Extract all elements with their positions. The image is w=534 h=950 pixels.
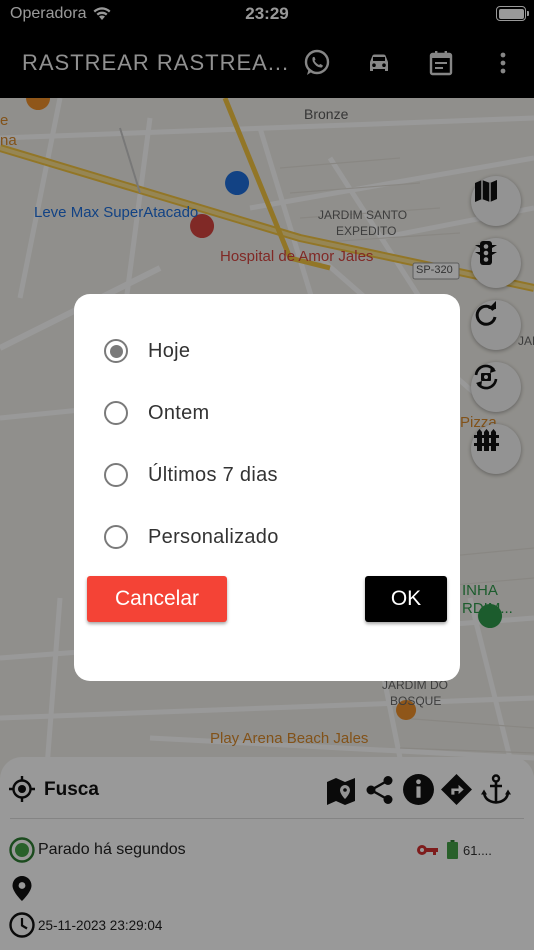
- radio-button[interactable]: [104, 401, 128, 425]
- radio-button[interactable]: [104, 525, 128, 549]
- option-today[interactable]: Hoje: [104, 331, 190, 371]
- option-label: Hoje: [148, 339, 191, 362]
- option-label: Últimos 7 dias: [148, 463, 278, 486]
- option-custom[interactable]: Personalizado: [104, 517, 279, 557]
- cancel-button[interactable]: Cancelar: [87, 576, 227, 622]
- option-yesterday[interactable]: Ontem: [104, 393, 210, 433]
- radio-button[interactable]: [104, 463, 128, 487]
- radio-selected-dot: [109, 344, 123, 358]
- radio-button[interactable]: [104, 339, 128, 363]
- option-last-7-days[interactable]: Últimos 7 dias: [104, 455, 278, 495]
- option-label: Ontem: [148, 401, 210, 424]
- date-range-dialog: Hoje Ontem Últimos 7 dias Personalizado …: [74, 294, 460, 681]
- option-label: Personalizado: [148, 525, 279, 548]
- ok-button[interactable]: OK: [365, 576, 447, 622]
